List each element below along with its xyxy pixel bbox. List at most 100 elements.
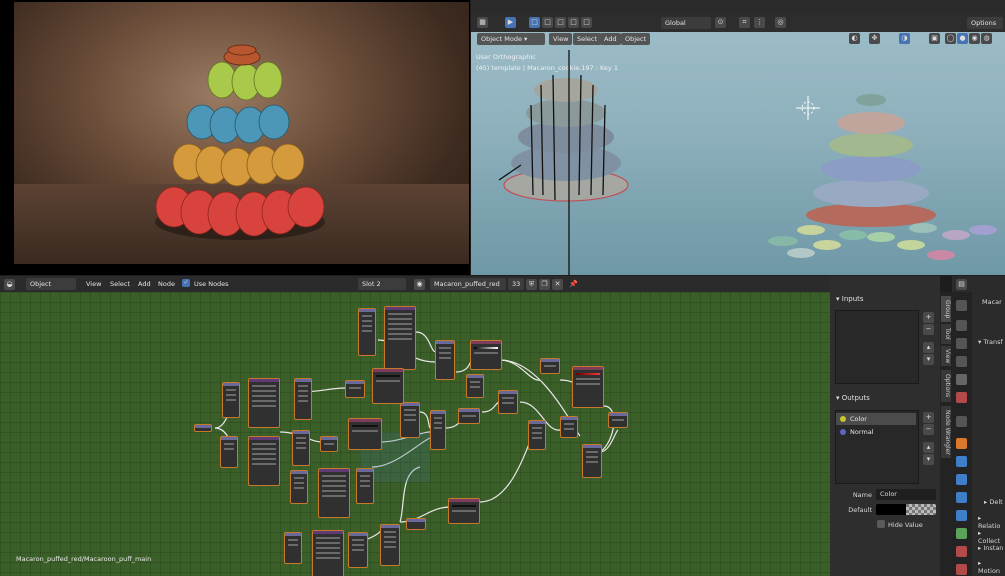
snap-icon[interactable]: ⌗ [739, 17, 750, 28]
select-invert-icon[interactable]: □ [568, 17, 579, 28]
duplicate-icon[interactable]: ❐ [539, 279, 550, 290]
inputs-list[interactable] [835, 310, 919, 384]
node-mix-8[interactable] [356, 468, 374, 504]
node-noise-texture[interactable] [372, 368, 404, 404]
object-tab-icon[interactable] [956, 438, 967, 449]
menu-add[interactable]: Add [134, 278, 155, 290]
shading-rendered-icon[interactable]: ◍ [981, 33, 992, 44]
node-mapping-3[interactable] [348, 532, 368, 568]
node-reroute[interactable] [194, 424, 212, 432]
node-group[interactable] [384, 306, 416, 370]
node-math-5[interactable] [320, 436, 338, 452]
node-mapping-2[interactable] [292, 430, 310, 466]
node-mix-7[interactable] [400, 402, 420, 438]
node-mix-2[interactable] [498, 390, 518, 414]
menu-object[interactable]: Object [621, 33, 651, 45]
node-value-4[interactable] [290, 470, 308, 504]
view-layer-tab-icon[interactable] [956, 356, 967, 367]
particles-tab-icon[interactable] [956, 474, 967, 485]
collection-tab-icon[interactable] [956, 416, 967, 427]
transform-section[interactable]: ▾ Transf [978, 338, 1003, 346]
move-input-up-button[interactable]: ▴ [923, 342, 934, 353]
outputs-panel-title[interactable]: ▾ Outputs [836, 394, 870, 402]
orientation-dropdown[interactable]: Global [661, 17, 711, 29]
collections-section[interactable]: ▸ Collect [978, 529, 1005, 545]
menu-view[interactable]: View [82, 278, 105, 290]
node-mix[interactable] [435, 340, 455, 380]
use-nodes-checkbox[interactable]: ✓ [182, 279, 190, 287]
node-voronoi-texture[interactable] [448, 498, 480, 524]
pivot-icon[interactable]: ⊙ [715, 17, 726, 28]
material-name-field[interactable]: Macaron_puffed_red [430, 278, 506, 290]
node-color-ramp-2[interactable] [572, 366, 604, 408]
tool-tab-icon[interactable] [956, 300, 967, 311]
mode-dropdown[interactable]: Object Mode ▾ [477, 33, 545, 45]
remove-input-button[interactable]: − [923, 324, 934, 335]
menu-add[interactable]: Add [600, 33, 621, 45]
shader-type-dropdown[interactable]: Object [26, 278, 76, 290]
tab-options[interactable]: Options [941, 370, 951, 402]
menu-view[interactable]: View [549, 33, 573, 45]
node-mix-6[interactable] [430, 410, 446, 450]
node-value-2[interactable] [222, 382, 240, 418]
node-mix-5[interactable] [582, 444, 602, 478]
select-box-icon[interactable]: □ [529, 17, 540, 28]
3d-viewport[interactable]: ▦ ▶ □ □ □ □ □ Global ⊙ ⌗ ⋮ ◎ Options Obj… [471, 0, 1005, 275]
hide-value-checkbox[interactable] [877, 520, 885, 528]
shader-node-editor[interactable]: ◒ Object View Select Add Node ✓ Use Node… [0, 276, 830, 576]
select-tool-icon[interactable]: ▶ [505, 17, 516, 28]
node-value[interactable] [358, 308, 376, 356]
slot-dropdown[interactable]: Slot 2 [358, 278, 406, 290]
move-input-down-button[interactable]: ▾ [923, 354, 934, 365]
editor-type-icon[interactable]: ▦ [477, 17, 488, 28]
tab-view[interactable]: View [941, 346, 951, 366]
node-canvas[interactable]: Macaron_puffed_red/Macaroon_puff_main [0, 292, 830, 576]
proportional-edit-icon[interactable]: ◎ [775, 17, 786, 28]
node-group-output[interactable] [608, 412, 628, 428]
scene-objects[interactable] [471, 45, 1005, 275]
instancing-section[interactable]: ▸ Instan [978, 544, 1003, 552]
shading-wireframe-icon[interactable]: ◯ [945, 33, 956, 44]
overlays-icon[interactable]: ◑ [899, 33, 910, 44]
output-tab-icon[interactable] [956, 338, 967, 349]
node-group-2[interactable] [248, 378, 280, 428]
move-output-up-button[interactable]: ▴ [923, 442, 934, 453]
select-extend-icon[interactable]: □ [542, 17, 553, 28]
node-math-2[interactable] [466, 374, 484, 398]
name-field[interactable]: Color [876, 489, 936, 500]
shading-material-icon[interactable]: ◉ [969, 33, 980, 44]
node-math[interactable] [540, 358, 560, 374]
node-value-5[interactable] [284, 532, 302, 564]
menu-node[interactable]: Node [154, 278, 179, 290]
unlink-icon[interactable]: ✕ [552, 279, 563, 290]
remove-output-button[interactable]: − [923, 424, 934, 435]
add-output-button[interactable]: + [923, 412, 934, 423]
delta-transform-section[interactable]: ▸ Delt [984, 498, 1003, 506]
node-group-3[interactable] [248, 436, 280, 486]
menu-select[interactable]: Select [106, 278, 134, 290]
select-subtract-icon[interactable]: □ [555, 17, 566, 28]
pin-icon[interactable]: 📌 [568, 279, 579, 290]
fake-user-icon[interactable]: ⛨ [526, 279, 537, 290]
menu-select[interactable]: Select [573, 33, 602, 45]
node-musgrave-texture[interactable] [348, 418, 382, 450]
node-mapping[interactable] [294, 378, 312, 420]
world-tab-icon[interactable] [956, 392, 967, 403]
inputs-panel-title[interactable]: ▾ Inputs [836, 295, 864, 303]
tab-group[interactable]: Group [941, 296, 951, 322]
material-browse-icon[interactable]: ◉ [414, 279, 425, 290]
shading-solid-icon[interactable]: ● [957, 33, 968, 44]
tab-node-wrangler[interactable]: Node Wrangler [941, 406, 951, 458]
data-tab-icon[interactable] [956, 528, 967, 539]
editor-type-icon[interactable]: ◒ [4, 279, 15, 290]
material-tab-icon[interactable] [956, 546, 967, 557]
constraints-tab-icon[interactable] [956, 510, 967, 521]
node-group-5[interactable] [312, 530, 344, 576]
relations-section[interactable]: ▸ Relatio [978, 514, 1005, 530]
output-socket-normal[interactable]: Normal [836, 426, 916, 438]
user-count[interactable]: 33 [508, 278, 524, 290]
properties-editor-icon[interactable]: ▤ [956, 279, 967, 290]
modifiers-tab-icon[interactable] [956, 456, 967, 467]
select-intersect-icon[interactable]: □ [581, 17, 592, 28]
tab-tool[interactable]: Tool [941, 324, 951, 344]
